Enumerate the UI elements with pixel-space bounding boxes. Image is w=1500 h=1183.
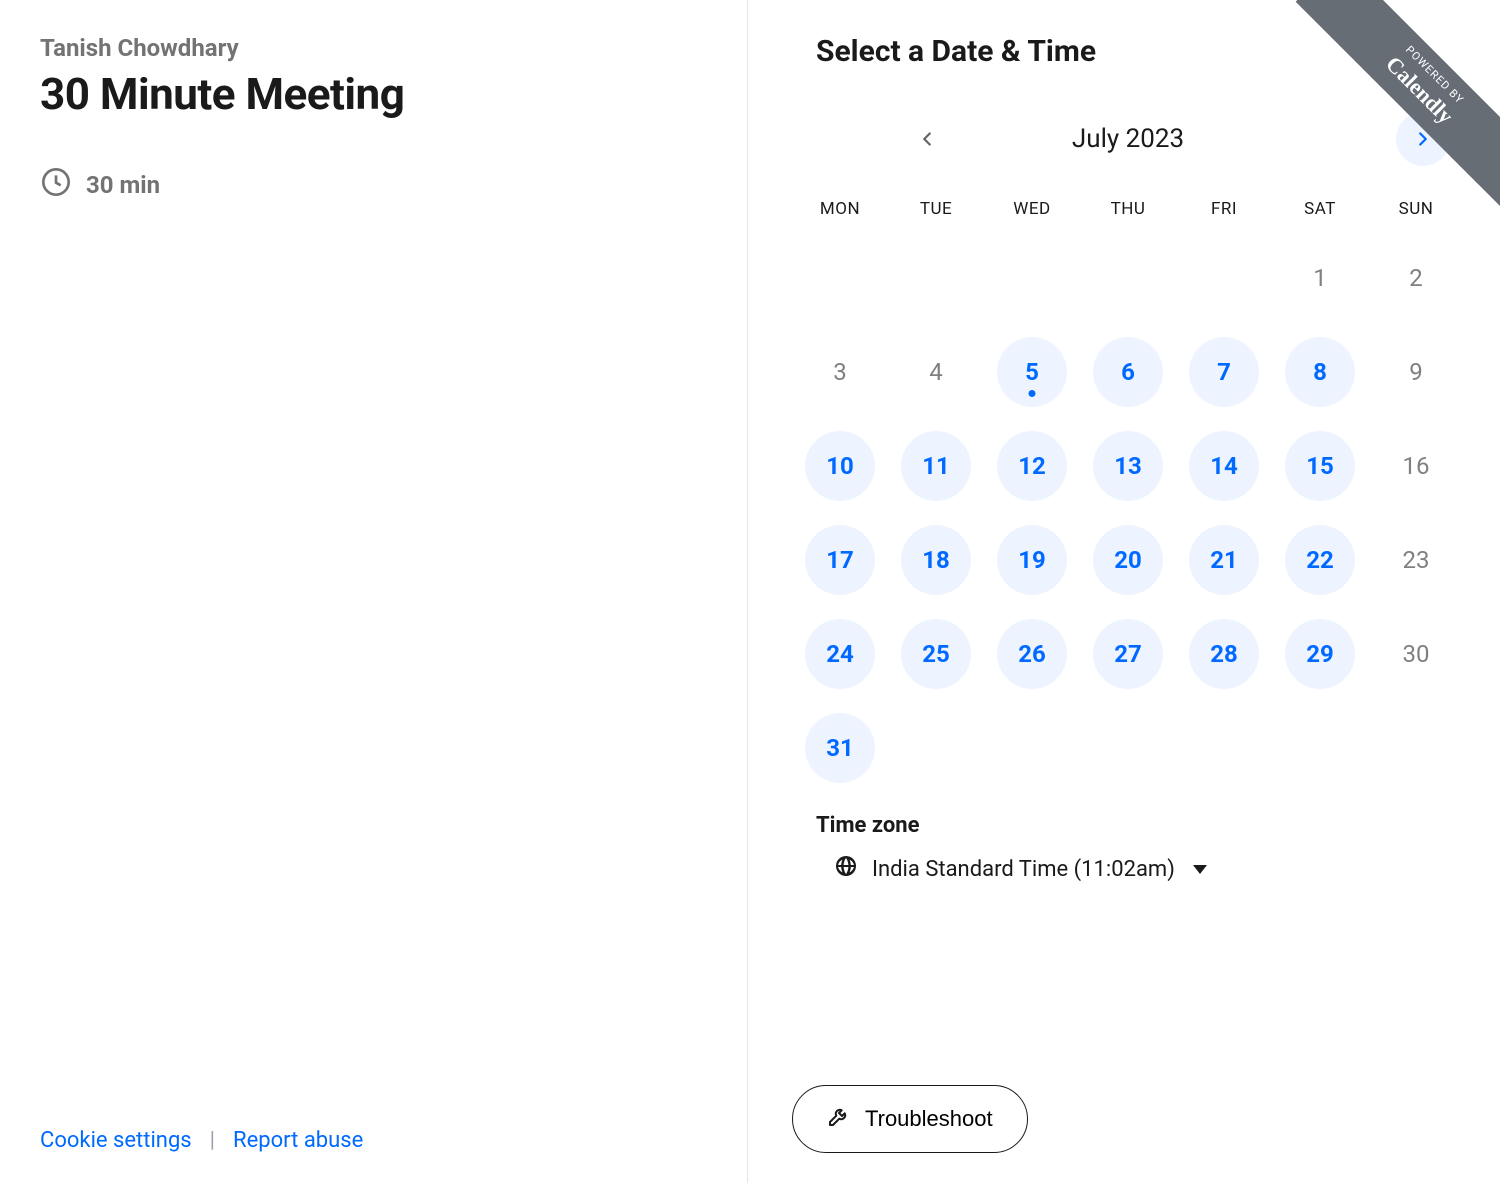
day-24[interactable]: 24: [805, 619, 875, 689]
day-4: 4: [901, 337, 971, 407]
cookie-settings-link[interactable]: Cookie settings: [40, 1128, 192, 1153]
day-empty: [792, 237, 888, 319]
day-30: 30: [1381, 619, 1451, 689]
day-12[interactable]: 12: [997, 431, 1067, 501]
dow-sat: SAT: [1272, 199, 1368, 219]
day-6[interactable]: 6: [1093, 337, 1163, 407]
day-18[interactable]: 18: [901, 525, 971, 595]
timezone-value: India Standard Time (11:02am): [872, 857, 1175, 882]
caret-down-icon: [1193, 865, 1207, 874]
day-26[interactable]: 26: [997, 619, 1067, 689]
day-empty: [1176, 237, 1272, 319]
globe-icon: [834, 854, 858, 884]
day-1: 1: [1285, 243, 1355, 313]
day-19[interactable]: 19: [997, 525, 1067, 595]
dow-mon: MON: [792, 199, 888, 219]
day-25[interactable]: 25: [901, 619, 971, 689]
day-9: 9: [1381, 337, 1451, 407]
day-11[interactable]: 11: [901, 431, 971, 501]
day-10[interactable]: 10: [805, 431, 875, 501]
month-label: July 2023: [1072, 124, 1184, 154]
dow-thu: THU: [1080, 199, 1176, 219]
dow-sun: SUN: [1368, 199, 1464, 219]
day-23: 23: [1381, 525, 1451, 595]
day-21[interactable]: 21: [1189, 525, 1259, 595]
troubleshoot-button[interactable]: Troubleshoot: [792, 1085, 1028, 1153]
dow-wed: WED: [984, 199, 1080, 219]
days-grid: 1234567891011121314151617181920212223242…: [792, 237, 1464, 789]
day-empty: [984, 237, 1080, 319]
day-of-week-header: MONTUEWEDTHUFRISATSUN: [792, 199, 1464, 219]
day-8[interactable]: 8: [1285, 337, 1355, 407]
dow-fri: FRI: [1176, 199, 1272, 219]
timezone-picker[interactable]: India Standard Time (11:02am): [816, 854, 1500, 884]
day-2: 2: [1381, 243, 1451, 313]
day-27[interactable]: 27: [1093, 619, 1163, 689]
today-indicator: [1029, 390, 1036, 397]
meeting-title: 30 Minute Meeting: [40, 68, 707, 120]
duration-label: 30 min: [86, 171, 160, 199]
day-15[interactable]: 15: [1285, 431, 1355, 501]
clock-icon: [40, 166, 72, 204]
day-13[interactable]: 13: [1093, 431, 1163, 501]
day-17[interactable]: 17: [805, 525, 875, 595]
day-28[interactable]: 28: [1189, 619, 1259, 689]
day-7[interactable]: 7: [1189, 337, 1259, 407]
day-31[interactable]: 31: [805, 713, 875, 783]
day-16: 16: [1381, 431, 1451, 501]
day-3: 3: [805, 337, 875, 407]
calendar: July 2023 MONTUEWEDTHUFRISATSUN 12345678…: [792, 109, 1464, 789]
footer-separator: |: [210, 1128, 215, 1153]
day-empty: [1080, 237, 1176, 319]
day-empty: [888, 237, 984, 319]
dow-tue: TUE: [888, 199, 984, 219]
day-20[interactable]: 20: [1093, 525, 1163, 595]
day-5[interactable]: 5: [997, 337, 1067, 407]
prev-month-button[interactable]: [900, 112, 954, 166]
report-abuse-link[interactable]: Report abuse: [233, 1128, 363, 1153]
wrench-icon: [827, 1104, 851, 1134]
day-14[interactable]: 14: [1189, 431, 1259, 501]
day-29[interactable]: 29: [1285, 619, 1355, 689]
day-22[interactable]: 22: [1285, 525, 1355, 595]
timezone-label: Time zone: [816, 813, 1500, 838]
troubleshoot-label: Troubleshoot: [865, 1106, 993, 1132]
host-name: Tanish Chowdhary: [40, 34, 707, 62]
meeting-duration: 30 min: [40, 166, 707, 204]
